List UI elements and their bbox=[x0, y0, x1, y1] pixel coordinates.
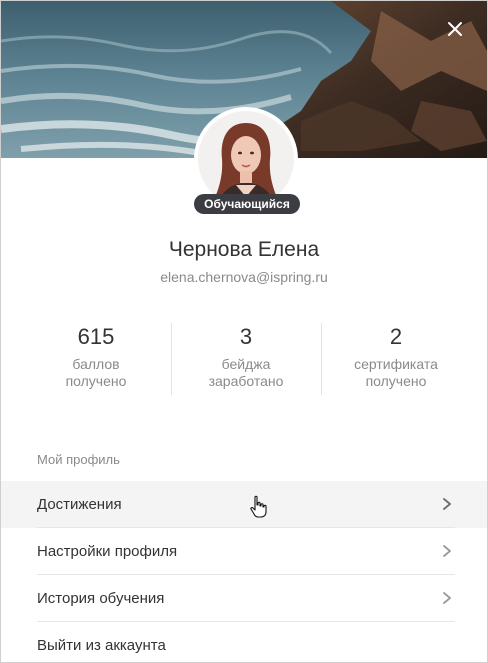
stat-label: бейджа заработано bbox=[208, 356, 284, 389]
menu-item-learning-history[interactable]: История обучения bbox=[1, 575, 487, 622]
user-email: elena.chernova@ispring.ru bbox=[160, 269, 328, 285]
stat-certificates: 2 сертификата получено bbox=[321, 321, 471, 401]
menu-item-label: История обучения bbox=[37, 590, 165, 607]
menu-item-profile-settings[interactable]: Настройки профиля bbox=[1, 528, 487, 575]
stat-label: баллов получено bbox=[65, 356, 127, 389]
menu-item-label: Достижения bbox=[37, 496, 122, 513]
chevron-right-icon bbox=[443, 545, 451, 557]
stat-value: 3 bbox=[239, 324, 253, 349]
stat-points: 615 баллов получено bbox=[21, 321, 171, 401]
avatar-photo bbox=[198, 111, 294, 207]
role-badge: Обучающийся bbox=[194, 194, 300, 214]
menu-item-label: Настройки профиля bbox=[37, 543, 178, 560]
user-name: Чернова Елена bbox=[168, 238, 320, 261]
section-title: Мой профиль bbox=[37, 452, 120, 467]
profile-panel: Обучающийся Чернова Елена elena.chernova… bbox=[0, 0, 488, 663]
menu-item-label: Выйти из аккаунта bbox=[37, 637, 166, 654]
menu-item-logout[interactable]: Выйти из аккаунта bbox=[1, 622, 487, 662]
close-icon bbox=[448, 22, 462, 36]
menu-item-achievements[interactable]: Достижения bbox=[1, 481, 487, 528]
stat-value: 2 bbox=[389, 324, 403, 349]
stats-row: 615 баллов получено 3 бейджа заработано … bbox=[21, 321, 471, 401]
close-button[interactable] bbox=[441, 15, 469, 43]
stat-label: сертификата получено bbox=[354, 356, 438, 389]
chevron-right-icon bbox=[443, 592, 451, 604]
chevron-right-icon bbox=[443, 498, 451, 510]
stat-badges: 3 бейджа заработано bbox=[171, 321, 321, 401]
profile-menu: Достижения Настройки профиля История обу… bbox=[1, 481, 487, 662]
stat-value: 615 bbox=[77, 324, 115, 349]
